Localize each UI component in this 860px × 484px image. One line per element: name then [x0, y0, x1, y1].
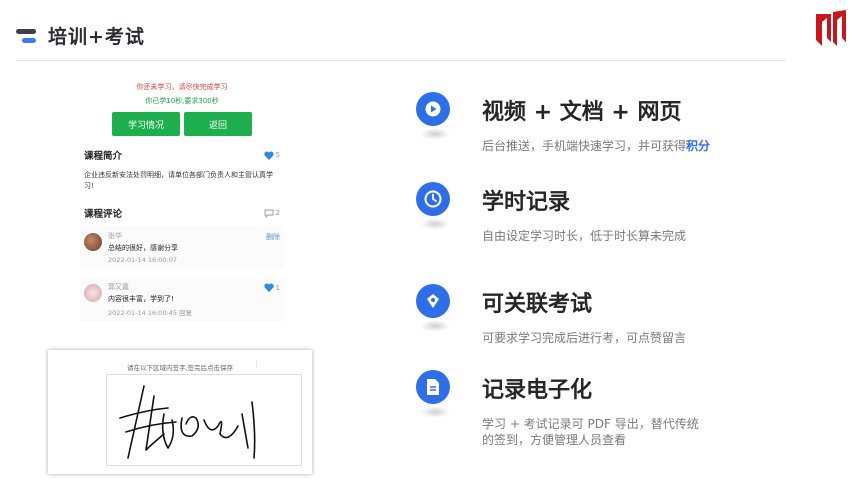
pen-icon	[416, 284, 450, 318]
phone-screenshot: 你还未学习，请尽快完成学习 你已学10秒,要求300秒 学习情况 返回 课程简介…	[80, 76, 284, 338]
brand-logo-icon	[816, 10, 846, 46]
comments-count: 2	[275, 209, 280, 217]
feature-desc-line: 学习 + 考试记录可 PDF 导出，替代传统	[482, 417, 699, 431]
comment-like-count: 1	[275, 283, 280, 292]
heart-icon[interactable]	[263, 283, 274, 292]
signature-pad[interactable]	[106, 374, 302, 466]
comments-header: 课程评论 2	[80, 206, 284, 220]
comment-text: 总结的很好，感谢分享	[108, 244, 178, 252]
study-progress: 你已学10秒,要求300秒	[145, 97, 219, 105]
header-divider	[16, 60, 786, 61]
feature-desc: 学习 + 考试记录可 PDF 导出，替代传统 的签到，方便管理人员查看	[482, 416, 699, 448]
play-icon	[416, 92, 450, 126]
heart-icon[interactable]	[263, 151, 274, 160]
study-status-button[interactable]: 学习情况	[112, 112, 180, 136]
delete-link[interactable]: 删除	[266, 232, 280, 242]
intro-heading: 课程简介	[84, 151, 123, 162]
feature-title: 可关联考试	[482, 292, 593, 317]
points-highlight: 积分	[686, 139, 711, 153]
comment-item: 张华 总结的很好，感谢分享 2022-01-14 16:00:07 删除	[80, 226, 284, 269]
menu-icon	[16, 28, 36, 43]
comment-time: 2022-01-14 16:00:07	[108, 256, 178, 264]
more-icon[interactable]: ⋮	[253, 360, 260, 368]
comment-item: 郭又嘉 内容很丰富，学到了! 2022-01-14 16:00:45 回复 1	[80, 277, 284, 322]
comment-likes[interactable]: 1	[263, 283, 280, 292]
study-warning: 你还未学习，请尽快完成学习	[136, 83, 228, 91]
comment-time: 2022-01-14 16:00:45 回复	[108, 309, 193, 317]
comments-heading: 课程评论	[84, 209, 123, 220]
comment-author: 张华	[108, 232, 122, 240]
back-button[interactable]: 返回	[184, 112, 252, 136]
feature-desc-line: 的签到，方便管理人员查看	[482, 433, 627, 447]
page-title: 培训+考试	[48, 26, 145, 48]
intro-likes: 5	[275, 151, 280, 159]
comment-author: 郭又嘉	[108, 283, 129, 291]
clock-icon	[416, 182, 450, 216]
slide: 培训+考试 你还未学习，请尽快完成学习 你已学10秒,要求300秒 学习情况 返…	[0, 0, 860, 484]
feature-title: 记录电子化	[482, 378, 593, 403]
feature-title: 视频 + 文档 + 网页	[482, 100, 682, 125]
title-bar: 培训+考试	[16, 22, 145, 49]
document-icon	[416, 370, 450, 404]
avatar	[84, 284, 102, 302]
intro-text: 企业违反新安法处罚明细，请单位各部门负责人和主管认真学习!	[84, 171, 273, 190]
feature-title: 学时记录	[482, 190, 571, 215]
comment-text: 内容很丰富，学到了!	[108, 295, 174, 303]
feature-desc: 自由设定学习时长，低于时长算未完成	[482, 229, 687, 243]
signature-hint: 请在以下区域内签字,签完后点击保存	[126, 364, 234, 372]
comment-icon[interactable]	[264, 209, 274, 218]
avatar	[84, 233, 102, 251]
intro-header: 课程简介 5	[80, 148, 284, 162]
feature-desc: 后台推送，手机端快速学习，并可获得积分	[482, 139, 711, 153]
signature-panel: 请在以下区域内签字,签完后点击保存 ⋮	[48, 350, 312, 474]
feature-desc: 可要求学习完成后进行考，可点赞留言	[482, 331, 687, 345]
